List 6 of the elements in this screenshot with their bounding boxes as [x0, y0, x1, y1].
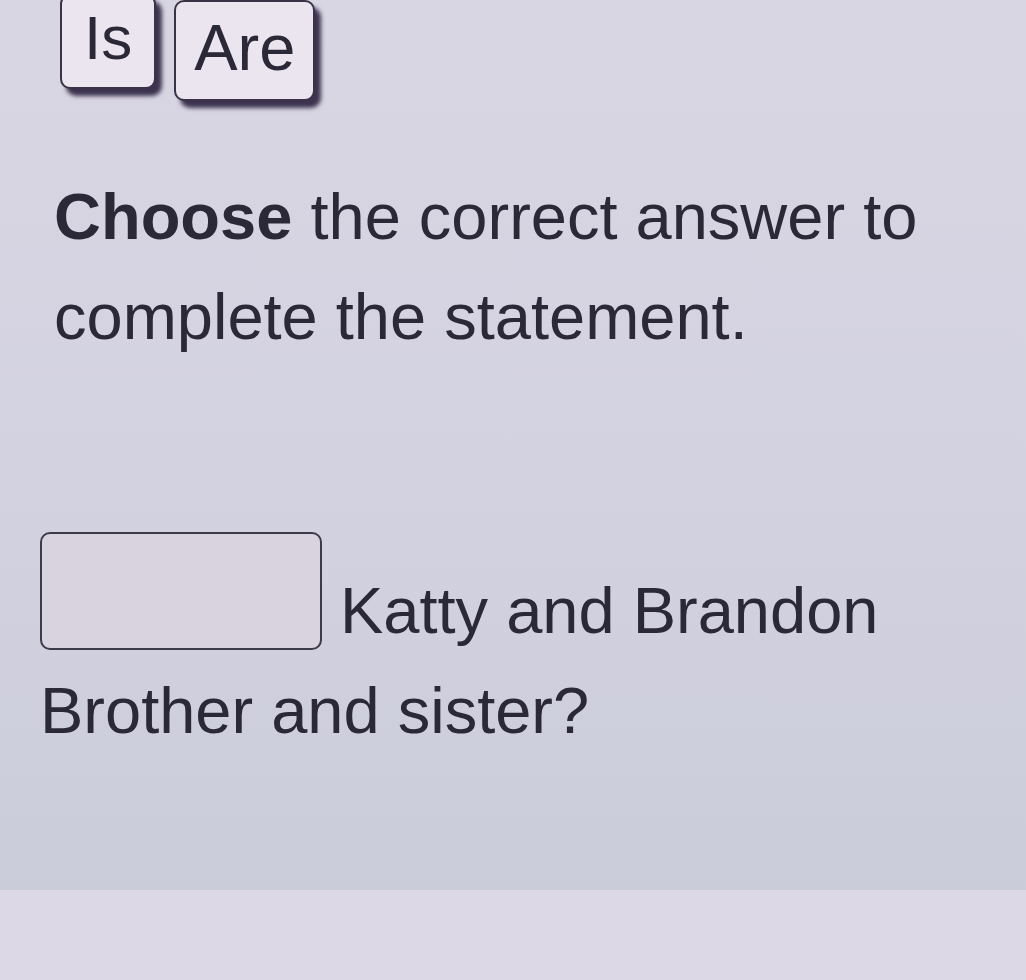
statement-text: Katty and Brandon — [340, 572, 879, 649]
instruction-text: Choose the correct answer to complete the statement. — [54, 178, 919, 355]
answer-tile[interactable]: Is — [60, 0, 157, 89]
answer-tile[interactable]: Are — [174, 0, 316, 101]
statement-text: Brother and sister? — [40, 672, 590, 749]
answer-box[interactable] — [40, 531, 322, 650]
